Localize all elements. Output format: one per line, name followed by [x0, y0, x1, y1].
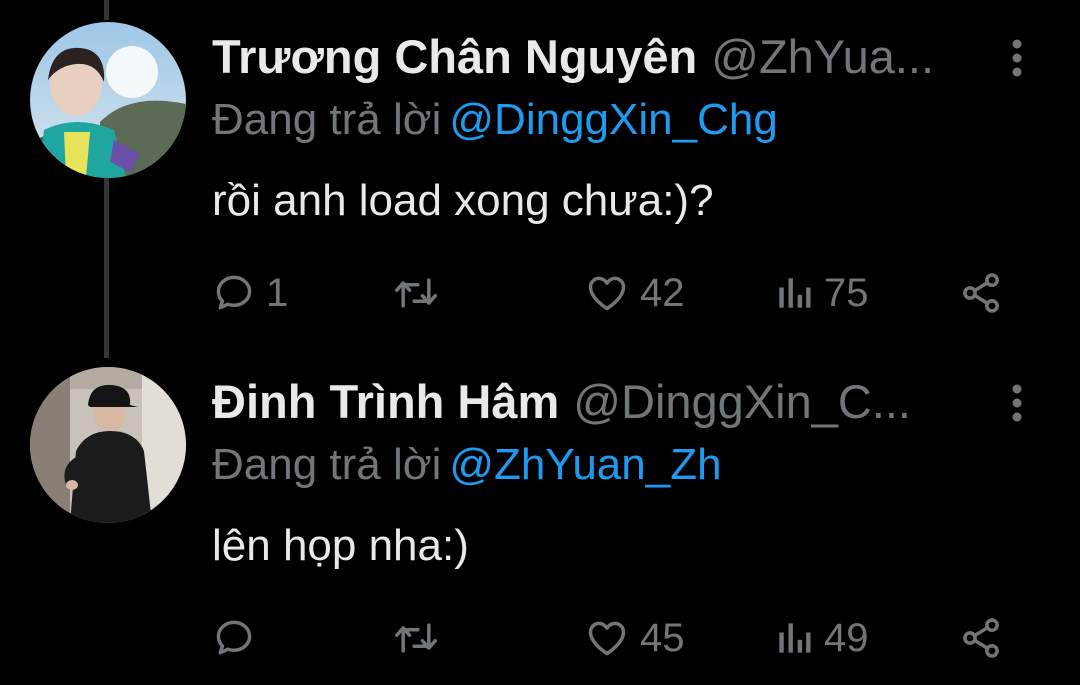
views-button[interactable]: 49	[774, 613, 869, 663]
reply-count: 1	[266, 271, 289, 315]
tweet-actions: 1 42 75	[212, 268, 1012, 318]
user-handle[interactable]: @ZhYua...	[711, 30, 934, 83]
display-name[interactable]: Đinh Trình Hâm	[212, 375, 559, 428]
like-button[interactable]: 42	[584, 268, 685, 318]
avatar[interactable]	[30, 22, 186, 178]
speech-bubble-icon	[216, 275, 252, 310]
tweet-header: Đinh Trình Hâm @DinggXin_C...	[212, 375, 992, 429]
share-nodes-icon	[963, 618, 999, 658]
replying-to: Đang trả lời @ZhYuan_Zh	[212, 439, 722, 491]
retweet-button[interactable]	[392, 268, 450, 318]
tweet-header: Trương Chân Nguyên @ZhYua...	[212, 30, 992, 84]
more-options-icon[interactable]	[1006, 383, 1028, 423]
view-count: 75	[824, 271, 869, 315]
tweet-actions: 45 49	[212, 613, 1012, 663]
retweet-button[interactable]	[392, 613, 450, 663]
mention-link[interactable]: @ZhYuan_Zh	[449, 440, 721, 489]
retweet-arrows-icon	[395, 278, 437, 308]
like-count: 45	[640, 616, 685, 660]
tweet-1[interactable]: Trương Chân Nguyên @ZhYua... Đang trả lời…	[0, 0, 1080, 340]
share-button[interactable]	[958, 613, 1004, 663]
share-nodes-icon	[963, 273, 999, 313]
avatar[interactable]	[30, 367, 186, 523]
replying-to-label: Đang trả lời	[212, 440, 442, 489]
tweet-text: rồi anh load xong chưa:)?	[212, 176, 714, 225]
user-handle[interactable]: @DinggXin_C...	[573, 375, 911, 428]
views-button[interactable]: 75	[774, 268, 869, 318]
bar-chart-icon	[779, 278, 811, 308]
retweet-arrows-icon	[395, 623, 437, 653]
heart-icon	[588, 276, 626, 311]
heart-icon	[588, 621, 626, 656]
more-options-icon[interactable]	[1006, 38, 1028, 78]
bar-chart-icon	[779, 623, 811, 653]
like-count: 42	[640, 271, 685, 315]
speech-bubble-icon	[216, 620, 252, 655]
replying-to: Đang trả lời @DinggXin_Chg	[212, 94, 778, 146]
reply-button[interactable]: 1	[212, 268, 288, 318]
like-button[interactable]: 45	[584, 613, 685, 663]
view-count: 49	[824, 616, 869, 660]
share-button[interactable]	[958, 268, 1004, 318]
replying-to-label: Đang trả lời	[212, 95, 442, 144]
display-name[interactable]: Trương Chân Nguyên	[212, 30, 697, 83]
reply-button[interactable]	[212, 613, 266, 663]
tweet-2[interactable]: Đinh Trình Hâm @DinggXin_C... Đang trả lờ…	[0, 345, 1080, 685]
mention-link[interactable]: @DinggXin_Chg	[449, 95, 777, 144]
tweet-text: lên họp nha:)	[212, 521, 469, 570]
